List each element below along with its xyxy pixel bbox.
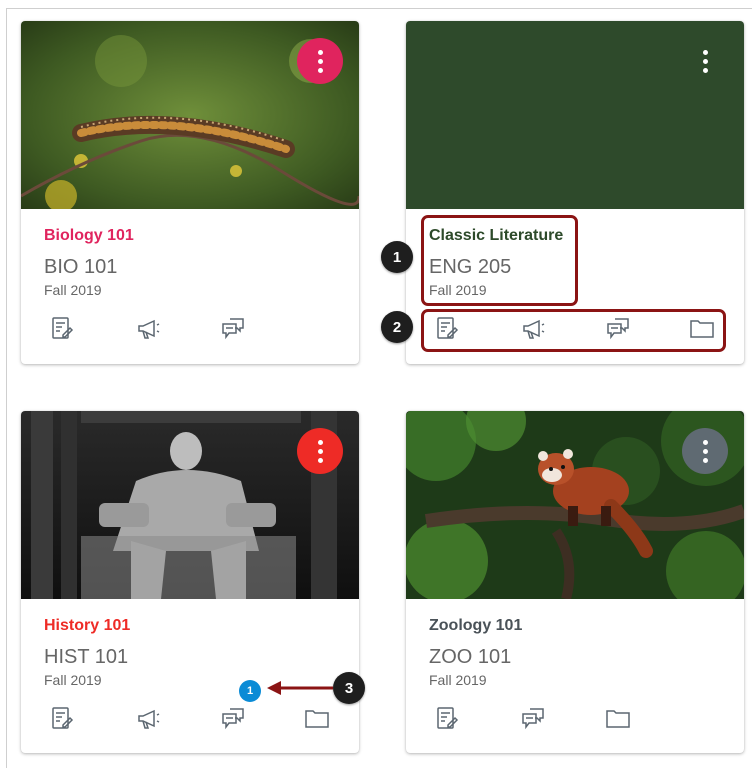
card-options-button[interactable] xyxy=(682,38,728,84)
assignments-icon[interactable] xyxy=(47,703,77,733)
callout-3: 3 xyxy=(333,672,365,704)
announcements-icon[interactable] xyxy=(133,313,163,343)
dot-icon xyxy=(702,49,708,55)
discussions-icon[interactable] xyxy=(218,703,248,733)
discussions-icon[interactable] xyxy=(518,703,548,733)
dot-icon xyxy=(317,49,323,55)
dot-icon xyxy=(317,457,323,463)
course-title[interactable]: Biology 101 xyxy=(44,227,134,245)
course-code: HIST 101 xyxy=(44,646,129,668)
course-term: Fall 2019 xyxy=(44,672,102,688)
assignments-icon[interactable] xyxy=(47,313,77,343)
card-action-icons xyxy=(406,703,744,739)
dot-icon xyxy=(702,457,708,463)
files-icon[interactable] xyxy=(603,703,633,733)
course-code: BIO 101 xyxy=(44,256,118,278)
callout-2: 2 xyxy=(381,311,413,343)
dot-icon xyxy=(702,67,708,73)
unread-count-badge: 1 xyxy=(239,680,261,702)
dot-icon xyxy=(702,448,708,454)
course-card-biology[interactable]: Biology 101 BIO 101 Fall 2019 xyxy=(21,21,359,364)
title-highlight-box xyxy=(421,215,578,306)
icons-highlight-box xyxy=(421,309,726,352)
dot-icon xyxy=(702,439,708,445)
assignments-icon[interactable] xyxy=(432,703,462,733)
course-term: Fall 2019 xyxy=(44,282,102,298)
card-action-icons xyxy=(21,313,359,349)
card-options-button[interactable] xyxy=(297,38,343,84)
course-title[interactable]: Zoology 101 xyxy=(429,617,522,635)
card-options-button[interactable] xyxy=(682,428,728,474)
announcements-icon[interactable] xyxy=(133,703,163,733)
course-term: Fall 2019 xyxy=(429,672,487,688)
dot-icon xyxy=(317,448,323,454)
files-icon[interactable] xyxy=(302,703,332,733)
callout-1: 1 xyxy=(381,241,413,273)
dot-icon xyxy=(317,439,323,445)
discussions-icon[interactable] xyxy=(218,313,248,343)
course-code: ZOO 101 xyxy=(429,646,512,668)
card-action-icons xyxy=(21,703,359,739)
course-card-zoology[interactable]: Zoology 101 ZOO 101 Fall 2019 xyxy=(406,411,744,753)
arrow-icon xyxy=(267,681,333,695)
dot-icon xyxy=(317,67,323,73)
dot-icon xyxy=(317,58,323,64)
course-card-history[interactable]: History 101 HIST 101 Fall 2019 xyxy=(21,411,359,753)
dot-icon xyxy=(702,58,708,64)
course-title[interactable]: History 101 xyxy=(44,617,130,635)
card-options-button[interactable] xyxy=(297,428,343,474)
